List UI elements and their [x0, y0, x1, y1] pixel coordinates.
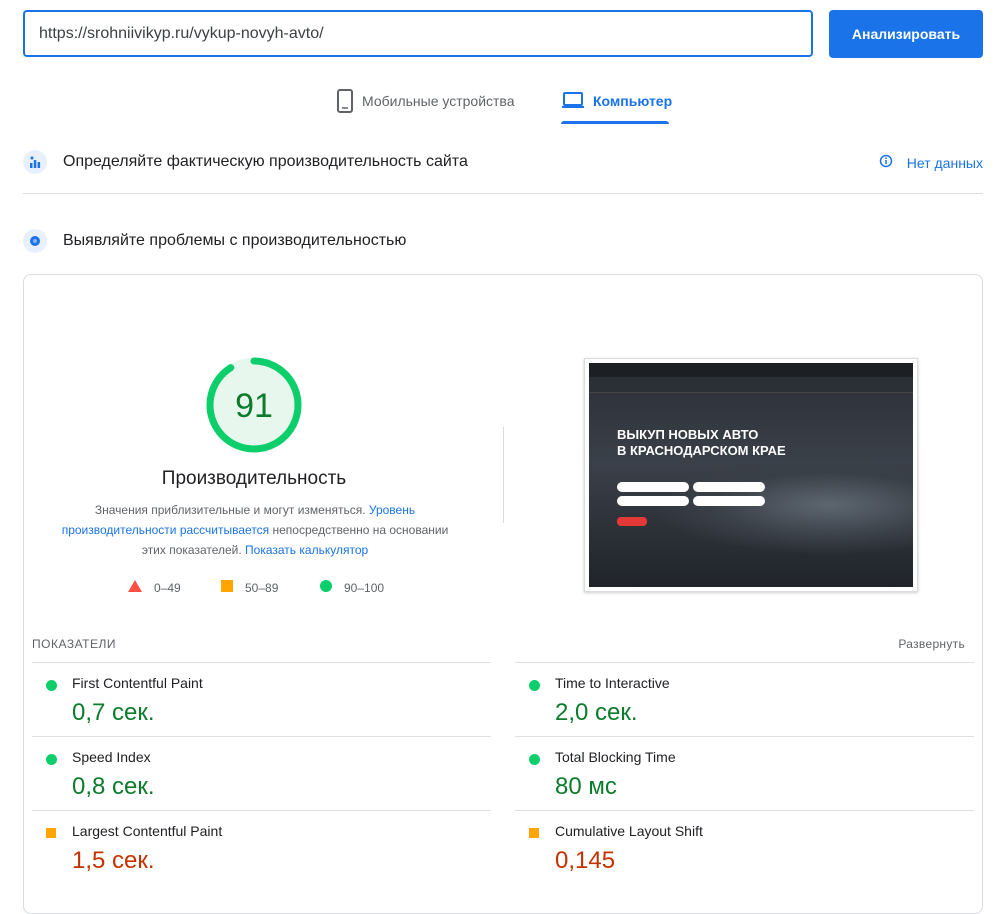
screenshot-field — [693, 496, 765, 506]
screenshot-field — [693, 482, 765, 492]
legend-pass-range: 90–100 — [344, 580, 385, 595]
metric-value: 2,0 сек. — [555, 699, 638, 726]
circle-icon — [320, 580, 332, 595]
metric-label: Total Blocking Time — [555, 749, 676, 765]
no-data-label: Нет данных — [906, 154, 983, 171]
tab-mobile-label: Мобильные устройства — [362, 93, 515, 109]
pass-icon — [46, 754, 57, 765]
screenshot-headline-2: В КРАСНОДАРСКОМ КРАЕ — [617, 443, 786, 458]
screenshot-button — [617, 517, 647, 526]
calculator-link[interactable]: Показать калькулятор — [245, 543, 368, 557]
metric-lcp: Largest Contentful Paint 1,5 сек. — [32, 810, 491, 884]
lab-data-section: Выявляйте проблемы с производительностью — [23, 229, 983, 253]
field-data-icon — [23, 150, 47, 174]
metric-tti: Time to Interactive 2,0 сек. — [515, 662, 974, 736]
lab-data-title: Выявляйте проблемы с производительностью — [63, 232, 407, 249]
screenshot-car-image — [649, 455, 913, 555]
screenshot-nav — [589, 377, 913, 393]
screenshot-topbar — [589, 363, 913, 377]
metrics-header: ПОКАЗАТЕЛИ — [32, 637, 116, 651]
tab-active-indicator — [561, 121, 669, 124]
metric-value: 80 мс — [555, 773, 617, 800]
metric-tbt: Total Blocking Time 80 мс — [515, 736, 974, 810]
legend-fail-range: 0–49 — [154, 580, 181, 595]
performance-category-title: Производительность — [161, 468, 347, 489]
expand-button[interactable]: Развернуть — [898, 637, 965, 651]
tab-mobile[interactable]: Мобильные устройства — [336, 86, 515, 124]
legend-fail: 0–49 — [128, 580, 181, 595]
screenshot-field — [617, 496, 689, 506]
performance-score: 91 — [235, 387, 273, 425]
page-screenshot: ВЫКУП НОВЫХ АВТО В КРАСНОДАРСКОМ КРАЕ — [584, 358, 918, 592]
average-icon — [46, 828, 56, 838]
legend-average-range: 50–89 — [245, 580, 279, 595]
metric-value: 1,5 сек. — [72, 847, 155, 874]
metric-label: Largest Contentful Paint — [72, 823, 223, 839]
laptop-icon — [561, 89, 585, 114]
metric-fcp: First Contentful Paint 0,7 сек. — [32, 662, 491, 736]
field-data-title: Определяйте фактическую производительнос… — [63, 153, 468, 170]
triangle-icon — [128, 580, 142, 595]
metric-value: 0,7 сек. — [72, 699, 155, 726]
screenshot-field — [617, 482, 689, 492]
pass-icon — [529, 754, 540, 765]
metric-value: 0,145 — [555, 847, 616, 874]
square-icon — [221, 580, 233, 595]
metric-label: Time to Interactive — [555, 675, 670, 691]
url-input[interactable]: https://srohniivikyp.ru/vykup-novyh-avto… — [23, 10, 813, 57]
metric-label: Cumulative Layout Shift — [555, 823, 703, 839]
screenshot-headline-1: ВЫКУП НОВЫХ АВТО — [617, 427, 759, 442]
pass-icon — [46, 680, 57, 691]
metric-speed-index: Speed Index 0,8 сек. — [32, 736, 491, 810]
tab-desktop[interactable]: Компьютер — [561, 86, 672, 124]
legend-average: 50–89 — [221, 580, 278, 595]
screenshot-headline: ВЫКУП НОВЫХ АВТО В КРАСНОДАРСКОМ КРАЕ — [617, 427, 786, 459]
metric-label: First Contentful Paint — [72, 675, 203, 691]
phone-icon — [336, 89, 354, 116]
metric-label: Speed Index — [72, 749, 151, 765]
field-data-section: Определяйте фактическую производительнос… — [23, 150, 983, 174]
lab-data-icon — [23, 229, 47, 253]
vertical-divider — [503, 427, 504, 523]
average-icon — [529, 828, 539, 838]
info-icon — [879, 154, 893, 171]
performance-description: Значения приблизительные и могут изменят… — [50, 500, 460, 560]
no-data-status[interactable]: Нет данных — [879, 154, 983, 171]
metric-cls: Cumulative Layout Shift 0,145 — [515, 810, 974, 884]
tab-desktop-label: Компьютер — [593, 93, 673, 109]
section-divider — [23, 193, 983, 194]
legend-pass: 90–100 — [320, 580, 384, 595]
description-text-1: Значения приблизительные и могут изменят… — [94, 503, 369, 517]
analyze-button[interactable]: Анализировать — [829, 10, 983, 58]
pass-icon — [529, 680, 540, 691]
metric-value: 0,8 сек. — [72, 773, 155, 800]
